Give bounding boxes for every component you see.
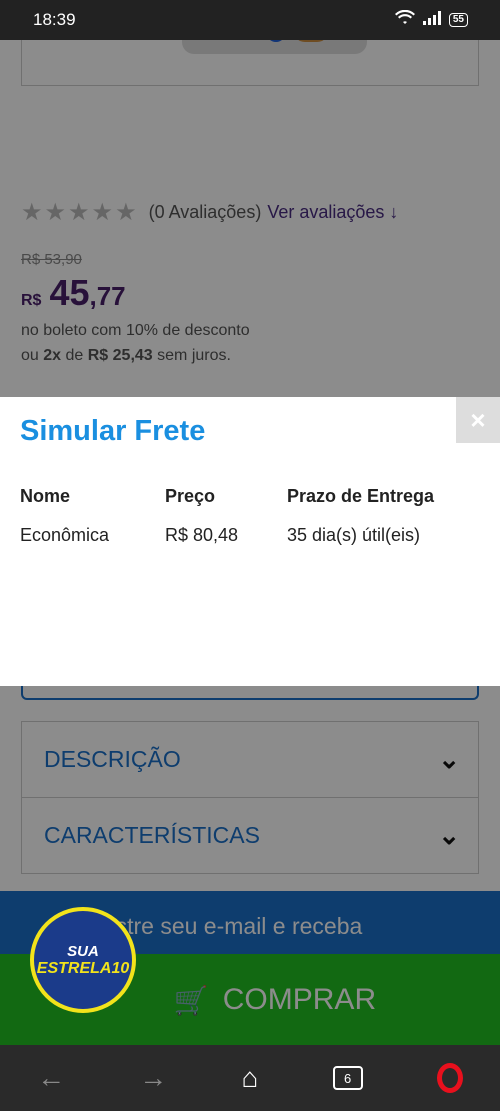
table-header-delivery: Prazo de Entrega — [287, 486, 435, 506]
table-header-price: Preço — [165, 486, 216, 506]
signal-icon — [422, 10, 441, 30]
badge-line2: ESTRELA10 — [37, 960, 129, 978]
badge-brand: ESTRELA — [36, 959, 112, 977]
opera-menu-icon[interactable] — [436, 1063, 463, 1093]
home-icon[interactable]: ⌂ — [242, 1062, 259, 1094]
browser-nav-bar: ← → ⌂ 6 — [0, 1045, 500, 1111]
back-arrow-icon[interactable]: ← — [37, 1062, 65, 1094]
modal-title: Simular Frete — [20, 415, 206, 447]
badge-number: 10 — [111, 959, 130, 977]
wifi-icon — [394, 9, 415, 31]
close-button[interactable]: × — [456, 397, 500, 443]
close-icon: × — [470, 404, 486, 435]
status-icons: 55 — [394, 9, 468, 31]
table-header-name: Nome — [20, 486, 71, 506]
table-cell-delivery: 35 dia(s) útil(eis) — [287, 525, 421, 545]
tabs-button[interactable]: 6 — [332, 1066, 363, 1090]
shipping-modal: Simular Frete × Nome Preço Prazo de Entr… — [0, 397, 500, 686]
forward-arrow-icon[interactable]: → — [139, 1062, 167, 1094]
badge-line1: SUA — [67, 942, 99, 960]
tabs-count: 6 — [344, 1070, 352, 1086]
store-logo-badge[interactable]: SUA ESTRELA10 — [30, 907, 136, 1013]
table-cell-price: R$ 80,48 — [165, 525, 239, 545]
table-cell-name: Econômica — [20, 525, 110, 545]
clock: 18:39 — [33, 10, 76, 29]
status-bar: 18:39 55 — [0, 0, 500, 40]
battery-icon: 55 — [448, 13, 468, 27]
